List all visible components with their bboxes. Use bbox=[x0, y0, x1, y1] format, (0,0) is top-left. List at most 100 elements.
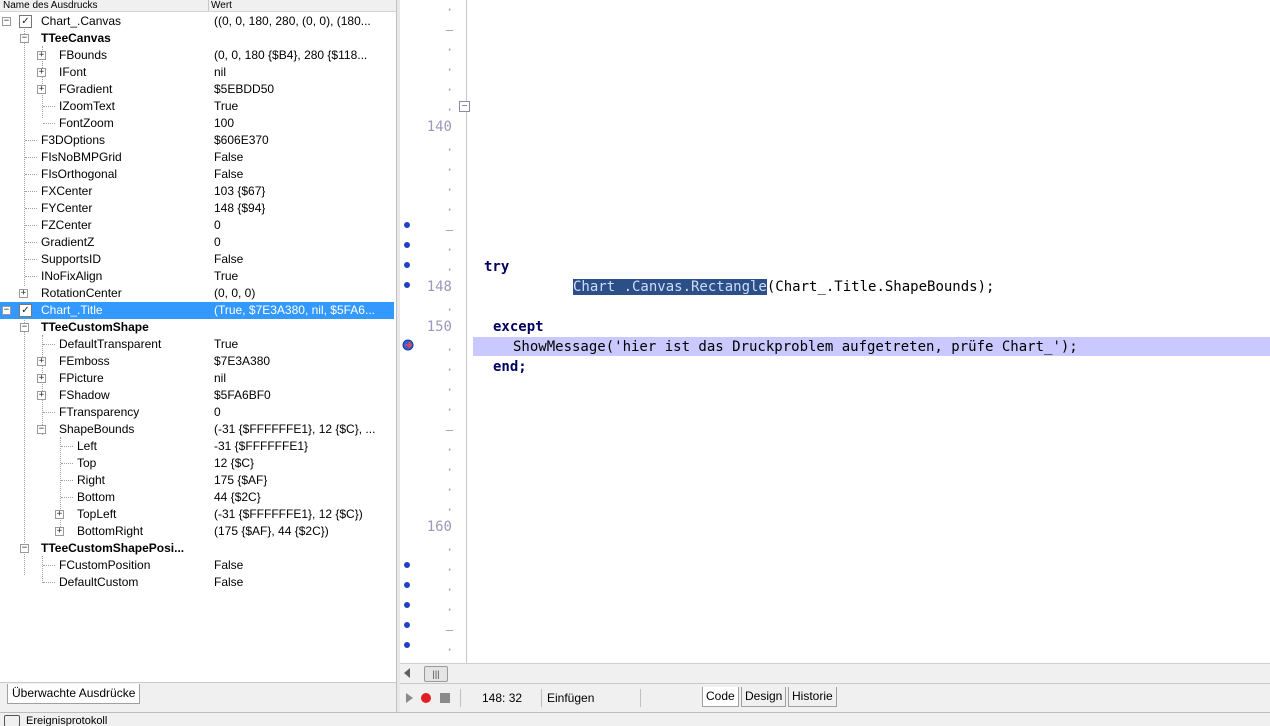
code-line[interactable]: Chart .Canvas.Rectangle(Chart_.Title.Sha… bbox=[573, 278, 994, 296]
column-header-value[interactable]: Wert bbox=[211, 0, 232, 11]
collapse-icon[interactable]: − bbox=[20, 544, 29, 553]
watch-value: 148 {$94} bbox=[214, 201, 266, 215]
collapse-icon[interactable]: − bbox=[2, 17, 11, 26]
watch-row[interactable]: FontZoom 100 bbox=[0, 115, 394, 132]
collapse-icon[interactable]: − bbox=[20, 34, 29, 43]
watch-row[interactable]: + BottomRight (175 {$AF}, 44 {$2C}) bbox=[0, 523, 394, 540]
watch-row[interactable]: SupportsID False bbox=[0, 251, 394, 268]
watch-row[interactable]: + FEmboss $7E3A380 bbox=[0, 353, 394, 370]
watch-row[interactable]: − ✓ Chart_.Canvas ((0, 0, 180, 280, (0, … bbox=[0, 13, 394, 30]
watch-name: FIsOrthogonal bbox=[41, 167, 118, 181]
tab-code[interactable]: Code bbox=[702, 687, 739, 707]
expand-icon[interactable]: + bbox=[55, 527, 64, 536]
watch-row[interactable]: + RotationCenter (0, 0, 0) bbox=[0, 285, 394, 302]
watch-row[interactable]: − TTeeCanvas bbox=[0, 30, 394, 47]
watch-row[interactable]: FIsNoBMPGrid False bbox=[0, 149, 394, 166]
collapse-icon[interactable]: − bbox=[2, 306, 11, 315]
watch-row[interactable]: FXCenter 103 {$67} bbox=[0, 183, 394, 200]
expand-icon[interactable]: + bbox=[37, 85, 46, 94]
code-line[interactable]: except bbox=[493, 318, 544, 336]
expand-icon[interactable]: + bbox=[37, 374, 46, 383]
watch-row[interactable]: FIsOrthogonal False bbox=[0, 166, 394, 183]
checkbox-checked-icon[interactable]: ✓ bbox=[19, 15, 32, 28]
keyword-try: try bbox=[484, 259, 510, 275]
keyword-end: end; bbox=[493, 359, 527, 375]
breakpoint-dot-icon[interactable] bbox=[404, 642, 410, 648]
collapse-icon[interactable]: − bbox=[37, 425, 46, 434]
breakpoint-dot-icon[interactable] bbox=[404, 282, 410, 288]
execution-point-icon[interactable] bbox=[402, 339, 414, 351]
expand-icon[interactable]: + bbox=[19, 289, 28, 298]
breakpoint-dot-icon[interactable] bbox=[404, 262, 410, 268]
watch-row[interactable]: + IFont nil bbox=[0, 64, 394, 81]
watch-row[interactable]: − ShapeBounds (-31 {$FFFFFFE1}, 12 {$C},… bbox=[0, 421, 394, 438]
watch-value: True bbox=[214, 269, 239, 283]
watch-row[interactable]: F3DOptions $606E370 bbox=[0, 132, 394, 149]
scroll-thumb[interactable]: ||| bbox=[424, 666, 448, 682]
watch-row[interactable]: FCustomPosition False bbox=[0, 557, 394, 574]
watch-value: (175 {$AF}, 44 {$2C}) bbox=[214, 524, 329, 538]
watch-row[interactable]: INoFixAlign True bbox=[0, 268, 394, 285]
gutter-tick: – bbox=[446, 623, 454, 637]
watch-row[interactable]: + TopLeft (-31 {$FFFFFFE1}, 12 {$C}) bbox=[0, 506, 394, 523]
watch-row[interactable]: Right 175 {$AF} bbox=[0, 472, 394, 489]
breakpoint-dot-icon[interactable] bbox=[404, 242, 410, 248]
event-log-label[interactable]: Ereignisprotokoll bbox=[26, 715, 107, 726]
expand-icon[interactable]: + bbox=[37, 51, 46, 60]
code-line[interactable]: end; bbox=[493, 358, 527, 376]
tab-design[interactable]: Design bbox=[741, 687, 787, 707]
breakpoint-dot-icon[interactable] bbox=[404, 602, 410, 608]
watch-row[interactable]: GradientZ 0 bbox=[0, 234, 394, 251]
watch-row[interactable]: FZCenter 0 bbox=[0, 217, 394, 234]
record-macro-icon[interactable] bbox=[421, 693, 431, 703]
tree-connector bbox=[25, 208, 37, 209]
play-macro-icon[interactable] bbox=[406, 693, 413, 703]
watch-name: ShapeBounds bbox=[59, 422, 135, 436]
breakpoint-dot-icon[interactable] bbox=[404, 622, 410, 628]
watch-row[interactable]: − TTeeCustomShapePosi... bbox=[0, 540, 394, 557]
expand-icon[interactable]: + bbox=[37, 68, 46, 77]
tree-connector bbox=[25, 174, 37, 175]
watch-name: Chart_.Canvas bbox=[41, 14, 122, 28]
breakpoint-dot-icon[interactable] bbox=[404, 222, 410, 228]
watch-row[interactable]: + FBounds (0, 0, 180 {$B4}, 280 {$118... bbox=[0, 47, 394, 64]
watch-row[interactable]: + FShadow $5FA6BF0 bbox=[0, 387, 394, 404]
checkbox-checked-icon[interactable]: ✓ bbox=[19, 304, 32, 317]
watch-row[interactable]: − TTeeCustomShape bbox=[0, 319, 394, 336]
watch-row[interactable]: + FGradient $5EBDD50 bbox=[0, 81, 394, 98]
tab-watched-expressions[interactable]: Überwachte Ausdrücke bbox=[7, 684, 141, 704]
watch-value: ((0, 0, 180, 280, (0, 0), (180... bbox=[214, 14, 371, 28]
watch-value: (True, $7E3A380, nil, $5FA6... bbox=[214, 303, 375, 317]
watch-row[interactable]: Top 12 {$C} bbox=[0, 455, 394, 472]
watch-row[interactable]: DefaultTransparent True bbox=[0, 336, 394, 353]
breakpoint-dot-icon[interactable] bbox=[404, 562, 410, 568]
horizontal-scrollbar[interactable]: ||| bbox=[400, 663, 1270, 684]
code-line-current[interactable]: ShowMessage('hier ist das Druckproblem a… bbox=[513, 338, 1078, 356]
expand-icon[interactable]: + bbox=[37, 391, 46, 400]
expand-icon[interactable]: + bbox=[37, 357, 46, 366]
expand-icon[interactable]: + bbox=[55, 510, 64, 519]
collapse-icon[interactable]: − bbox=[20, 323, 29, 332]
stop-macro-icon[interactable] bbox=[440, 693, 450, 703]
gutter-tick: – bbox=[446, 23, 454, 37]
event-log-icon[interactable] bbox=[4, 715, 20, 726]
watch-row[interactable]: DefaultCustom False bbox=[0, 574, 394, 591]
watch-row-selected[interactable]: − ✓ Chart_.Title (True, $7E3A380, nil, $… bbox=[0, 302, 394, 319]
breakpoint-dot-icon[interactable] bbox=[404, 582, 410, 588]
column-header-name[interactable]: Name des Ausdrucks bbox=[3, 0, 98, 11]
watch-row[interactable]: Left -31 {$FFFFFFE1} bbox=[0, 438, 394, 455]
watch-value: 0 bbox=[214, 405, 221, 419]
tab-history[interactable]: Historie bbox=[788, 687, 837, 707]
watch-row[interactable]: + FPicture nil bbox=[0, 370, 394, 387]
code-editor[interactable]: · – · · · · − 140 · · · · – · · 148 · 15… bbox=[400, 0, 1270, 663]
watch-value: 175 {$AF} bbox=[214, 473, 268, 487]
scroll-left-icon[interactable] bbox=[404, 668, 410, 678]
tree-connector bbox=[61, 463, 73, 464]
column-divider[interactable] bbox=[208, 0, 209, 11]
watch-row[interactable]: FYCenter 148 {$94} bbox=[0, 200, 394, 217]
code-line[interactable]: try bbox=[484, 258, 509, 276]
fold-collapse-icon[interactable]: − bbox=[459, 101, 470, 112]
watch-row[interactable]: FTransparency 0 bbox=[0, 404, 394, 421]
watch-row[interactable]: IZoomText True bbox=[0, 98, 394, 115]
watch-row[interactable]: Bottom 44 {$2C} bbox=[0, 489, 394, 506]
